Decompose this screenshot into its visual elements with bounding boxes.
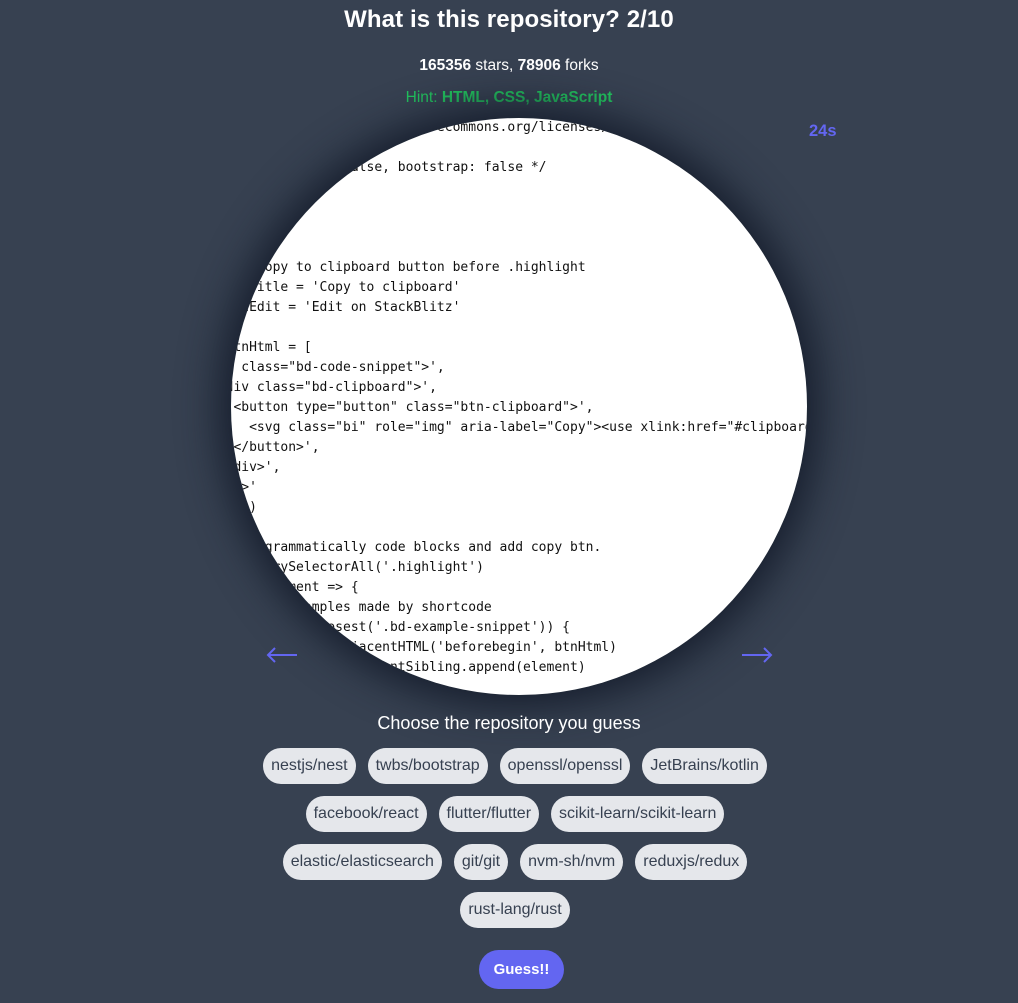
code-line: const btnHtml = [ bbox=[231, 340, 312, 355]
code-line: 'use strict' bbox=[231, 220, 273, 235]
code-line: /* global ClipboardJS: false, bootstrap:… bbox=[231, 160, 547, 175]
code-line: .forEach(element => { bbox=[231, 580, 359, 595]
choice-flutter-flutter[interactable]: flutter/flutter bbox=[438, 796, 540, 832]
stars-label: stars, bbox=[471, 57, 518, 74]
repo-stats: 165356 stars, 78906 forks bbox=[0, 57, 1018, 75]
code-line: ' </div>', bbox=[231, 460, 281, 475]
code-line: ' </button>', bbox=[233, 440, 320, 455]
prev-button[interactable] bbox=[264, 642, 300, 668]
page-title: What is this repository? 2/10 bbox=[344, 6, 674, 33]
arrow-right-icon bbox=[742, 647, 773, 663]
code-line: // For details, see https://creativecomm… bbox=[231, 120, 672, 135]
code-line: ' <div class="bd-clipboard">', bbox=[231, 380, 437, 395]
choice-rust-lang-rust[interactable]: rust-lang/rust bbox=[460, 892, 570, 928]
code-line: // Ignore examples made by shortcode bbox=[233, 600, 492, 615]
choose-label: Choose the repository you guess bbox=[377, 713, 641, 733]
choice-scikit-learn[interactable]: scikit-learn/scikit-learn bbox=[551, 796, 725, 832]
code-line: ].join('') bbox=[231, 500, 257, 515]
choice-elastic-elasticsearch[interactable]: elastic/elasticsearch bbox=[282, 844, 442, 880]
code-line: element.insertAdjacentHTML('beforebegin'… bbox=[231, 640, 617, 655]
choice-twbs-bootstrap[interactable]: twbs/bootstrap bbox=[367, 748, 488, 784]
countdown-timer: 24s bbox=[809, 122, 837, 140]
code-line: '<div class="bd-code-snippet">', bbox=[231, 360, 445, 375]
next-button[interactable] bbox=[739, 642, 775, 668]
choice-openssl-openssl[interactable]: openssl/openssl bbox=[499, 748, 631, 784]
code-line: if (!element.closest('.bd-example-snippe… bbox=[233, 620, 570, 635]
forks-label: forks bbox=[560, 57, 599, 74]
repository-choices: nestjs/nest twbs/bootstrap openssl/opens… bbox=[250, 748, 780, 928]
code-line: element.previousElementSibling.append(el… bbox=[231, 660, 586, 675]
guess-button[interactable]: Guess!! bbox=[479, 950, 564, 989]
choice-jetbrains-kotlin[interactable]: JetBrains/kotlin bbox=[642, 748, 767, 784]
code-line: const btnTitle = 'Copy to clipboard' bbox=[231, 280, 461, 295]
code-line: document.querySelectorAll('.highlight') bbox=[231, 560, 484, 575]
choice-git-git[interactable]: git/git bbox=[453, 844, 509, 880]
stars-count: 165356 bbox=[419, 57, 472, 74]
code-line: // wrap programmatically code blocks and… bbox=[231, 540, 602, 555]
choice-reduxjs-redux[interactable]: reduxjs/redux bbox=[635, 844, 748, 880]
code-line: ' <svg class="bi" role="img" aria-label=… bbox=[249, 420, 807, 435]
code-snippet: // For details, see https://creativecomm… bbox=[231, 118, 807, 678]
choice-nvm-sh-nvm[interactable]: nvm-sh/nvm bbox=[520, 844, 624, 880]
code-line: (() => { bbox=[231, 198, 807, 218]
hint-languages: HTML, CSS, JavaScript bbox=[441, 89, 613, 106]
code-line: ' <button type="button" class="btn-clipb… bbox=[233, 400, 594, 415]
code-line: // Insert copy to clipboard button befor… bbox=[231, 260, 586, 275]
code-line: '</div>' bbox=[231, 480, 257, 495]
arrow-left-icon bbox=[266, 647, 297, 663]
code-line: const btnEdit = 'Edit on StackBlitz' bbox=[231, 300, 461, 315]
code-peek-circle: // For details, see https://creativecomm… bbox=[231, 118, 807, 695]
hint-label: Hint: bbox=[405, 89, 442, 106]
choice-nestjs-nest[interactable]: nestjs/nest bbox=[263, 748, 356, 784]
forks-count: 78906 bbox=[517, 57, 561, 74]
choice-facebook-react[interactable]: facebook/react bbox=[305, 796, 427, 832]
hint: Hint: HTML, CSS, JavaScript bbox=[0, 89, 1018, 107]
